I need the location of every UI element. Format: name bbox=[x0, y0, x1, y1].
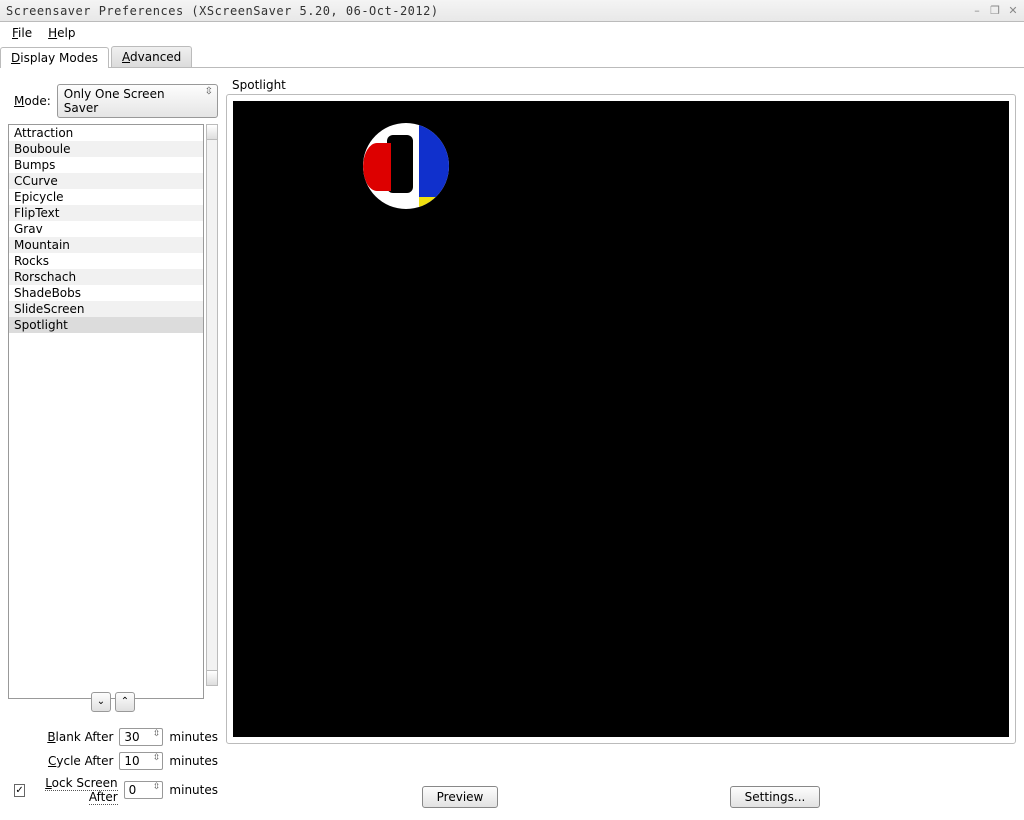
preview-frame bbox=[226, 94, 1016, 744]
spotlight-graphic bbox=[363, 123, 449, 209]
lock-after-label: Lock Screen After bbox=[31, 776, 118, 804]
list-item[interactable]: Mountain bbox=[9, 237, 203, 253]
tab-display-modes[interactable]: Display Modes bbox=[0, 47, 109, 68]
lock-after-row: ✓ Lock Screen After 0 minutes bbox=[14, 776, 218, 804]
list-item[interactable]: Bouboule bbox=[9, 141, 203, 157]
window-controls: – ❐ ✕ bbox=[970, 4, 1020, 18]
blank-after-unit: minutes bbox=[169, 730, 218, 744]
mode-label: Mode: bbox=[14, 94, 51, 108]
saver-list[interactable]: AttractionBoubouleBumpsCCurveEpicycleFli… bbox=[8, 124, 204, 699]
list-item[interactable]: Grav bbox=[9, 221, 203, 237]
saver-list-scrollbar[interactable] bbox=[206, 124, 218, 686]
cycle-after-spinner[interactable]: 10 bbox=[119, 752, 163, 770]
mode-row: Mode: Only One Screen Saver bbox=[14, 84, 218, 118]
list-item[interactable]: SlideScreen bbox=[9, 301, 203, 317]
preview-area bbox=[233, 101, 1009, 737]
list-item[interactable]: Rocks bbox=[9, 253, 203, 269]
blank-after-label: Blank After bbox=[47, 730, 113, 744]
list-item[interactable]: Rorschach bbox=[9, 269, 203, 285]
move-down-button[interactable]: ⌄ bbox=[91, 692, 111, 712]
cycle-after-label: Cycle After bbox=[48, 754, 113, 768]
maximize-icon[interactable]: ❐ bbox=[988, 4, 1002, 18]
preview-buttons: Preview Settings... bbox=[226, 786, 1016, 808]
tab-advanced[interactable]: Advanced bbox=[111, 46, 192, 67]
minimize-icon[interactable]: – bbox=[970, 4, 984, 18]
saver-list-wrap: AttractionBoubouleBumpsCCurveEpicycleFli… bbox=[8, 124, 218, 686]
list-item[interactable]: Spotlight bbox=[9, 317, 203, 333]
list-item[interactable]: Bumps bbox=[9, 157, 203, 173]
blank-after-spinner[interactable]: 30 bbox=[119, 728, 163, 746]
close-icon[interactable]: ✕ bbox=[1006, 4, 1020, 18]
list-item[interactable]: Epicycle bbox=[9, 189, 203, 205]
tabbar: Display Modes Advanced bbox=[0, 46, 1024, 68]
move-up-button[interactable]: ⌃ bbox=[115, 692, 135, 712]
preview-title: Spotlight bbox=[226, 78, 1016, 94]
list-item[interactable]: CCurve bbox=[9, 173, 203, 189]
order-buttons: ⌄ ⌃ bbox=[8, 692, 218, 712]
left-column: Mode: Only One Screen Saver AttractionBo… bbox=[8, 76, 218, 810]
menubar: File Help bbox=[0, 22, 1024, 44]
blank-after-row: Blank After 30 minutes bbox=[8, 728, 218, 746]
list-item[interactable]: FlipText bbox=[9, 205, 203, 221]
lock-after-spinner[interactable]: 0 bbox=[124, 781, 164, 799]
cycle-after-row: Cycle After 10 minutes bbox=[8, 752, 218, 770]
window-titlebar: Screensaver Preferences (XScreenSaver 5.… bbox=[0, 0, 1024, 22]
mode-dropdown[interactable]: Only One Screen Saver bbox=[57, 84, 218, 118]
menu-help[interactable]: Help bbox=[42, 24, 81, 42]
lock-checkbox[interactable]: ✓ bbox=[14, 784, 25, 797]
settings-button[interactable]: Settings... bbox=[730, 786, 821, 808]
window-title: Screensaver Preferences (XScreenSaver 5.… bbox=[6, 4, 439, 18]
preview-button[interactable]: Preview bbox=[422, 786, 499, 808]
list-item[interactable]: ShadeBobs bbox=[9, 285, 203, 301]
menu-file[interactable]: File bbox=[6, 24, 38, 42]
cycle-after-unit: minutes bbox=[169, 754, 218, 768]
lock-after-unit: minutes bbox=[169, 783, 218, 797]
main-panel: Mode: Only One Screen Saver AttractionBo… bbox=[0, 68, 1024, 818]
right-column: Spotlight Preview Settings... bbox=[226, 76, 1016, 810]
list-item[interactable]: Attraction bbox=[9, 125, 203, 141]
timing-section: Blank After 30 minutes Cycle After 10 mi… bbox=[8, 728, 218, 810]
